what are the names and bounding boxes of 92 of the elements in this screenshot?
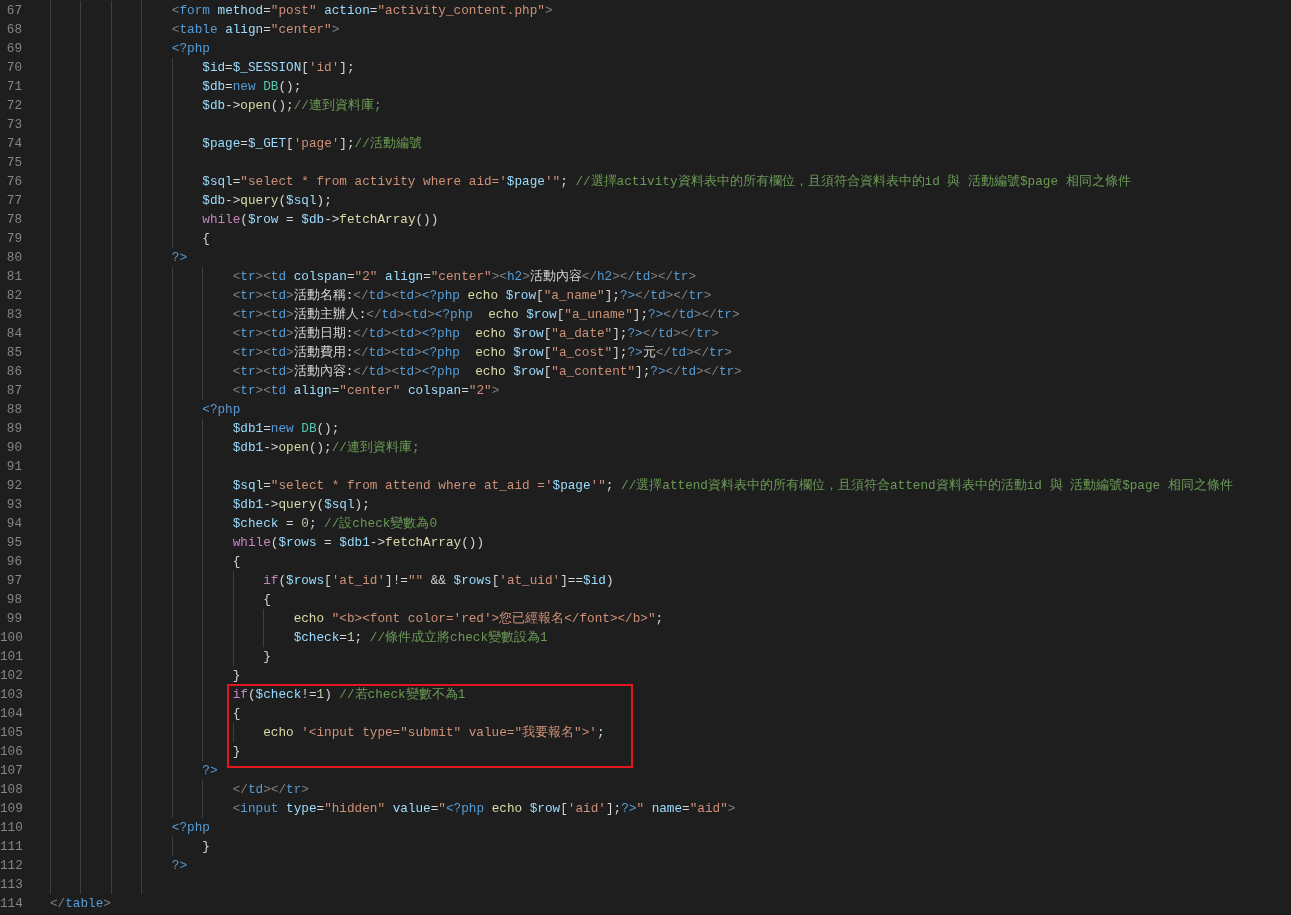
line-number: 83 [5,306,22,324]
code-line: while($rows = $db1->fetchArray()) [232,534,485,552]
code-line: } [263,648,271,666]
line-number: 102 [0,667,22,685]
code-line: $db=new DB(); [202,78,302,96]
line-number: 72 [5,97,22,115]
code-line: echo "<b><font color='red'>您已經報名</font></b>"; [293,610,664,628]
code-line: } [232,667,241,685]
line-number: 105 [0,724,22,742]
line-number: 79 [5,230,22,248]
line-number: 103 [0,686,22,704]
code-line: <tr><td colspan="2" align="center"><h2>活動內容</h2></td></tr> [232,268,696,286]
line-number: 114 [0,895,22,913]
line-number: 96 [5,553,22,571]
code-line: { [232,553,241,571]
code-line: $check=1; //條件成立將check變數設為1 [293,629,548,647]
line-number: 101 [0,648,22,666]
line-number: 87 [5,382,22,400]
line-number: 90 [5,439,22,457]
code-line: echo '<input type="submit" value="我要報名">'; [263,724,605,742]
line-number: 110 [0,819,22,837]
code-line: $page=$_GET['page'];//活動編號 [202,135,422,153]
line-number: 67 [5,2,22,20]
line-number: 92 [5,477,22,495]
line-number: 85 [5,344,22,362]
line-number: 82 [5,287,22,305]
code-line: $db1=new DB(); [232,420,340,438]
code-line: $db->query($sql); [202,192,332,210]
line-number: 74 [5,135,22,153]
line-number: 75 [5,154,22,172]
code-line: <table align="center"> [171,21,340,39]
code-line: <tr><td align="center" colspan="2"> [232,382,500,400]
code-line: ?> [171,857,188,875]
line-number: 109 [0,800,22,818]
code-line: <?php [171,819,210,837]
code-line: if($rows['at_id']!="" && $rows['at_uid']==$id) [263,572,614,590]
line-number: 81 [5,268,22,286]
line-number: 89 [5,420,22,438]
code-line: </table> [50,895,111,913]
code-line: <tr><td>活動日期:</td><td><?php echo $row["a_date"];?></td></tr> [232,325,719,343]
line-number: 100 [0,629,22,647]
line-number: 106 [0,743,22,761]
code-line: $db1->query($sql); [232,496,370,514]
code-line: { [202,230,210,248]
code-line: $sql="select * from attend where at_aid ='$page'"; //選擇attend資料表中的所有欄位，且須符合attend資料表中的活動id 與 活動編號$page 相同之條件 [232,477,1233,495]
code-line: ?> [202,762,218,780]
code-line: <?php [202,401,241,419]
line-number: 88 [5,401,22,419]
code-line: <input type="hidden" value="<?php echo $row['aid'];?>" name="aid"> [232,800,736,818]
line-number: 86 [5,363,22,381]
code-line: { [232,705,241,723]
line-number: 97 [5,572,22,590]
code-line: { [263,591,271,609]
line-number: 99 [5,610,22,628]
line-number: 113 [0,876,22,894]
code-line: } [232,743,241,761]
line-number: 69 [5,40,22,58]
code-line: } [202,838,210,856]
code-line: <tr><td>活動主辦人:</td><td><?php echo $row["a_uname"];?></td></tr> [232,306,740,324]
line-number: 104 [0,705,22,723]
line-number: 98 [5,591,22,609]
code-line: <tr><td>活動名稱:</td><td><?php echo $row["a_name"];?></td></tr> [232,287,712,305]
line-number: 73 [5,116,22,134]
line-number: 112 [0,857,22,875]
line-number: 77 [5,192,22,210]
line-number: 71 [5,78,22,96]
code-line: $sql="select * from activity where aid='$page'"; //選擇activity資料表中的所有欄位，且須符合資料表中的id 與 活動編號$page 相同之條件 [202,173,1131,191]
code-line: while($row = $db->fetchArray()) [202,211,439,229]
line-number: 111 [0,838,22,856]
line-number: 70 [5,59,22,77]
line-number: 76 [5,173,22,191]
line-number: 91 [5,458,22,476]
line-number: 93 [5,496,22,514]
line-number: 68 [5,21,22,39]
line-number: 95 [5,534,22,552]
code-line: $db1->open();//連到資料庫; [232,439,420,457]
line-number: 108 [0,781,22,799]
code-line: $id=$_SESSION['id']; [202,59,355,77]
code-line: <form method="post" action="activity_content.php"> [171,2,553,20]
code-line: ?> [171,249,188,267]
code-line: <tr><td>活動內容:</td><td><?php echo $row["a_content"];?></td></tr> [232,363,742,381]
code-line: $db->open();//連到資料庫; [202,97,382,115]
line-number: 84 [5,325,22,343]
code-line: <tr><td>活動費用:</td><td><?php echo $row["a_cost"];?>元</td></tr> [232,344,732,362]
line-number: 94 [5,515,22,533]
code-line: <?php [171,40,210,58]
code-line: if($check!=1) //若check變數不為1 [232,686,466,704]
line-number: 107 [0,762,22,780]
code-line: $check = 0; //設check變數為0 [232,515,438,533]
line-number: 80 [5,249,22,267]
line-number: 78 [5,211,22,229]
code-line: </td></tr> [232,781,309,799]
